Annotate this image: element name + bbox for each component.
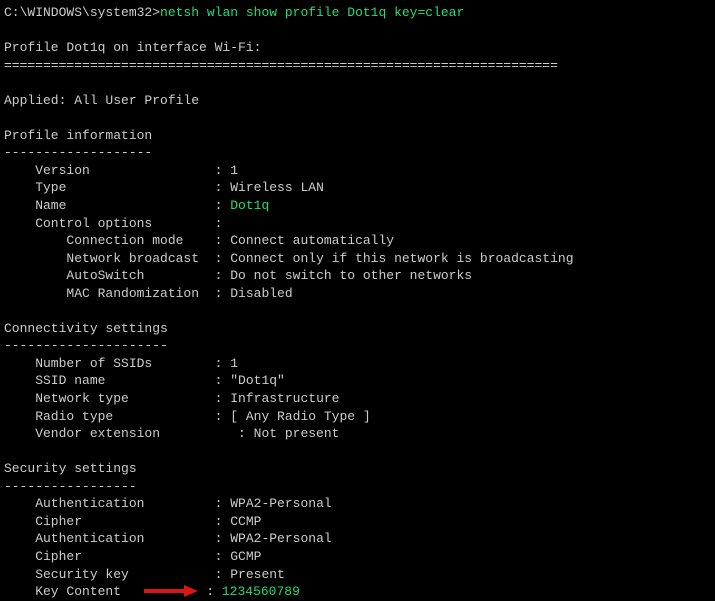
value: GCMP	[230, 549, 261, 564]
command-text[interactable]: netsh wlan show profile Dot1q key=clear	[160, 5, 464, 20]
value: Wireless LAN	[230, 180, 324, 195]
label: Authentication :	[4, 531, 230, 546]
label: Authentication :	[4, 496, 230, 511]
value: 1234560789	[222, 584, 300, 599]
row-key-content: Key Content : 1234560789	[4, 583, 711, 601]
row-vendor-extension: Vendor extension : Not present	[4, 425, 711, 443]
label: Version :	[4, 163, 230, 178]
value: Present	[230, 567, 285, 582]
applied-line: Applied: All User Profile	[4, 92, 711, 110]
row-version: Version : 1	[4, 162, 711, 180]
value: WPA2-Personal	[230, 496, 331, 511]
blank-line	[4, 443, 711, 461]
section-dash: -----------------	[4, 478, 711, 496]
label: Control options :	[4, 216, 222, 231]
label: Name :	[4, 198, 230, 213]
command-prompt-line: C:\WINDOWS\system32>netsh wlan show prof…	[4, 4, 711, 22]
section-title-connectivity: Connectivity settings	[4, 320, 711, 338]
row-cipher-2: Cipher : GCMP	[4, 548, 711, 566]
arrow-icon	[144, 585, 198, 597]
label: Vendor extension :	[4, 426, 254, 441]
value: Infrastructure	[230, 391, 339, 406]
row-authentication-2: Authentication : WPA2-Personal	[4, 530, 711, 548]
blank-line	[4, 109, 711, 127]
row-connection-mode: Connection mode : Connect automatically	[4, 232, 711, 250]
row-control-options: Control options :	[4, 215, 711, 233]
label: MAC Randomization :	[4, 286, 230, 301]
row-number-ssids: Number of SSIDs : 1	[4, 355, 711, 373]
row-authentication-1: Authentication : WPA2-Personal	[4, 495, 711, 513]
value: Not present	[254, 426, 340, 441]
row-ssid-name: SSID name : "Dot1q"	[4, 372, 711, 390]
row-radio-type: Radio type : [ Any Radio Type ]	[4, 408, 711, 426]
section-dash: ---------------------	[4, 337, 711, 355]
value: Dot1q	[230, 198, 269, 213]
section-title-profile-info: Profile information	[4, 127, 711, 145]
blank-line	[4, 74, 711, 92]
value: 1	[230, 163, 238, 178]
label: Radio type :	[4, 409, 230, 424]
row-network-broadcast: Network broadcast : Connect only if this…	[4, 250, 711, 268]
header-separator: ========================================…	[4, 57, 711, 75]
label: Cipher :	[4, 514, 230, 529]
row-network-type: Network type : Infrastructure	[4, 390, 711, 408]
value: "Dot1q"	[230, 373, 285, 388]
section-title-security: Security settings	[4, 460, 711, 478]
label: Connection mode :	[4, 233, 230, 248]
row-mac-randomization: MAC Randomization : Disabled	[4, 285, 711, 303]
separator: :	[206, 584, 222, 599]
value: WPA2-Personal	[230, 531, 331, 546]
row-name: Name : Dot1q	[4, 197, 711, 215]
value: 1	[230, 356, 238, 371]
section-dash: -------------------	[4, 144, 711, 162]
row-type: Type : Wireless LAN	[4, 179, 711, 197]
label: Security key :	[4, 567, 230, 582]
profile-header: Profile Dot1q on interface Wi-Fi:	[4, 39, 711, 57]
label: Network type :	[4, 391, 230, 406]
row-cipher-1: Cipher : CCMP	[4, 513, 711, 531]
blank-line	[4, 302, 711, 320]
label: Type :	[4, 180, 230, 195]
label: Key Content	[4, 584, 121, 599]
label: Cipher :	[4, 549, 230, 564]
value: [ Any Radio Type ]	[230, 409, 370, 424]
value: Do not switch to other networks	[230, 268, 472, 283]
blank-line	[4, 22, 711, 40]
value: Connect only if this network is broadcas…	[230, 251, 573, 266]
prompt-path: C:\WINDOWS\system32>	[4, 5, 160, 20]
value: Disabled	[230, 286, 292, 301]
label: Number of SSIDs :	[4, 356, 230, 371]
label: SSID name :	[4, 373, 230, 388]
value: Connect automatically	[230, 233, 394, 248]
row-security-key: Security key : Present	[4, 566, 711, 584]
row-autoswitch: AutoSwitch : Do not switch to other netw…	[4, 267, 711, 285]
label: Network broadcast :	[4, 251, 230, 266]
value: CCMP	[230, 514, 261, 529]
label: AutoSwitch :	[4, 268, 230, 283]
